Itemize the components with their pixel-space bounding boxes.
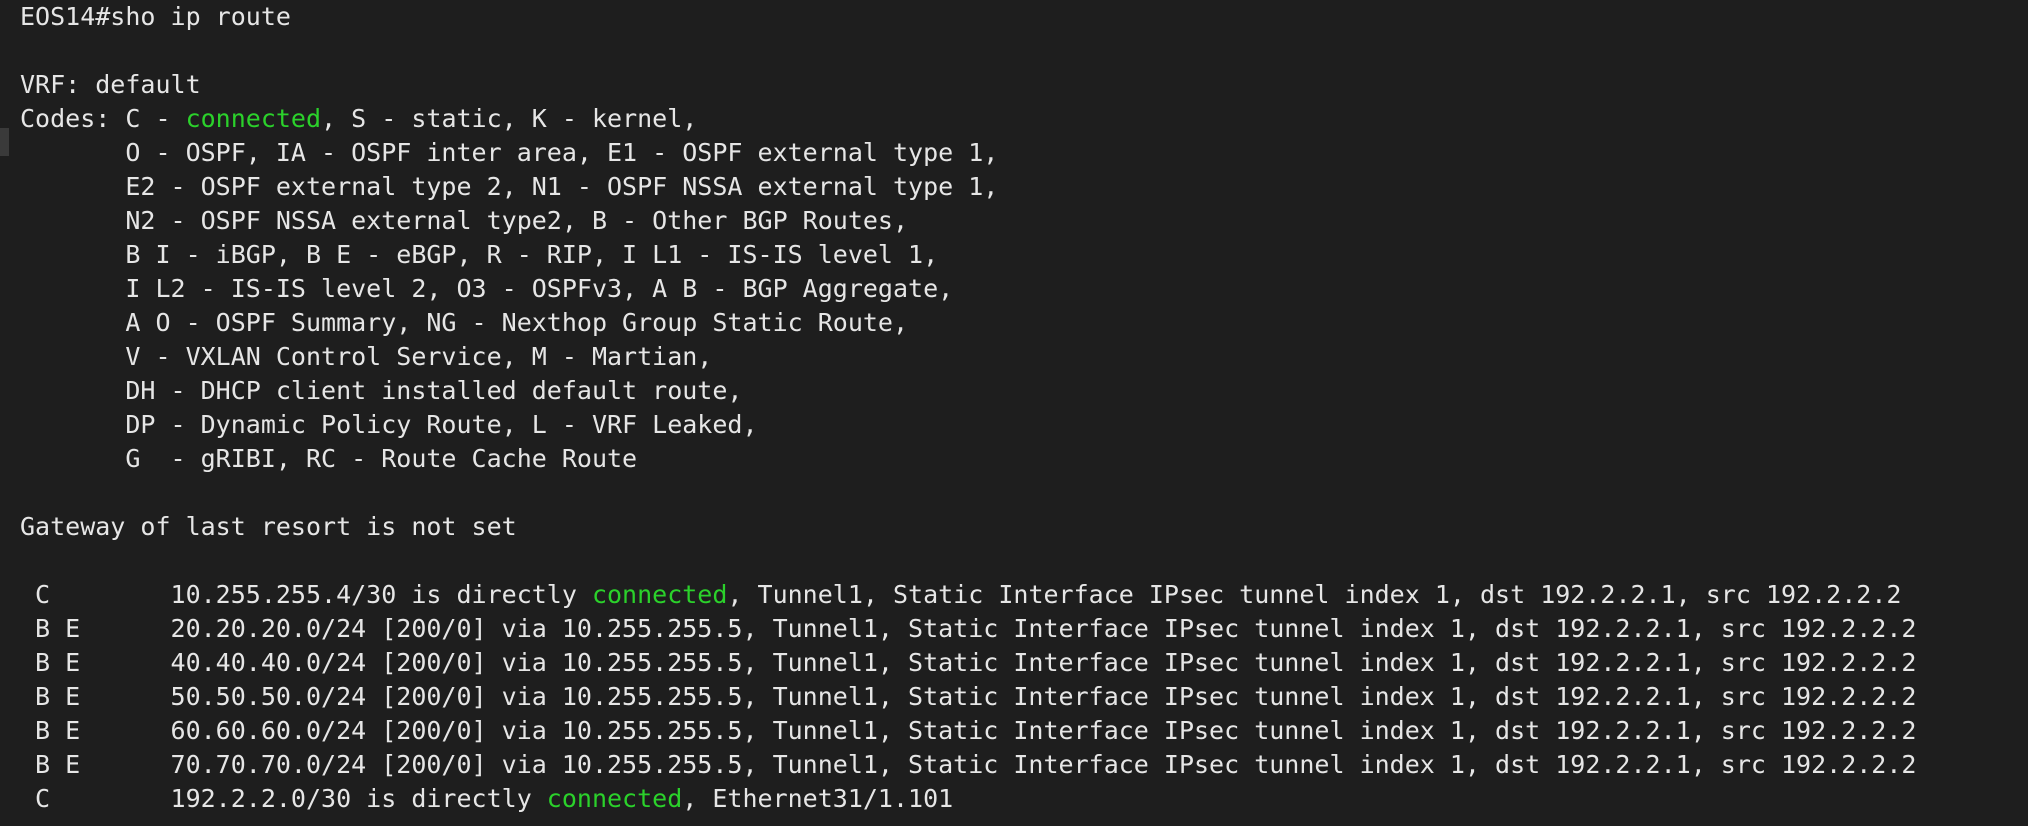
route-text: , Tunnel1, Static Interface IPsec tunnel… (727, 580, 1902, 609)
route-row: B E 60.60.60.0/24 [200/0] via 10.255.255… (20, 716, 1917, 745)
connected-highlight: connected (591, 580, 728, 609)
route-row: C 10.255.255.4/30 is directly connected,… (20, 578, 1916, 612)
codes-line: A O - OSPF Summary, NG - Nexthop Group S… (20, 308, 909, 337)
route-row: B E 20.20.20.0/24 [200/0] via 10.255.255… (20, 614, 1917, 643)
codes-line: N2 - OSPF NSSA external type2, B - Other… (20, 206, 909, 235)
codes-text: Codes: C - (20, 104, 186, 133)
route-row: C 192.2.2.0/30 is directly connected, Et… (20, 782, 1916, 816)
codes-line: G - gRIBI, RC - Route Cache Route (20, 444, 638, 473)
codes-line: DH - DHCP client installed default route… (20, 376, 743, 405)
route-row: B E 70.70.70.0/24 [200/0] via 10.255.255… (20, 750, 1917, 779)
vrf-line: VRF: default (20, 70, 201, 99)
route-text: , Ethernet31/1.101 (682, 784, 954, 813)
gateway-line: Gateway of last resort is not set (20, 512, 517, 541)
codes-line: B I - iBGP, B E - eBGP, R - RIP, I L1 - … (20, 240, 939, 269)
codes-text: , S - static, K - kernel, (321, 104, 698, 133)
codes-line-1: Codes: C - connected, S - static, K - ke… (20, 102, 1916, 136)
command-prompt-line: EOS14#sho ip route (20, 2, 291, 31)
codes-line: V - VXLAN Control Service, M - Martian, (20, 342, 713, 371)
route-row: B E 40.40.40.0/24 [200/0] via 10.255.255… (20, 648, 1917, 677)
codes-line: O - OSPF, IA - OSPF inter area, E1 - OSP… (20, 138, 999, 167)
route-row: B E 50.50.50.0/24 [200/0] via 10.255.255… (20, 682, 1917, 711)
codes-line: DP - Dynamic Policy Route, L - VRF Leake… (20, 410, 758, 439)
route-text: C 192.2.2.0/30 is directly (20, 784, 547, 813)
codes-line: I L2 - IS-IS level 2, O3 - OSPFv3, A B -… (20, 274, 954, 303)
terminal-output: EOS14#sho ip route VRF: default Codes: C -… (20, 0, 1916, 816)
scrollbar-marker[interactable] (0, 128, 9, 156)
connected-highlight: connected (546, 784, 683, 813)
terminal-window[interactable]: EOS14#sho ip route VRF: default Codes: C -… (0, 0, 2028, 826)
route-text: C 10.255.255.4/30 is directly (20, 580, 592, 609)
codes-line: E2 - OSPF external type 2, N1 - OSPF NSS… (20, 172, 999, 201)
connected-highlight: connected (185, 104, 322, 133)
